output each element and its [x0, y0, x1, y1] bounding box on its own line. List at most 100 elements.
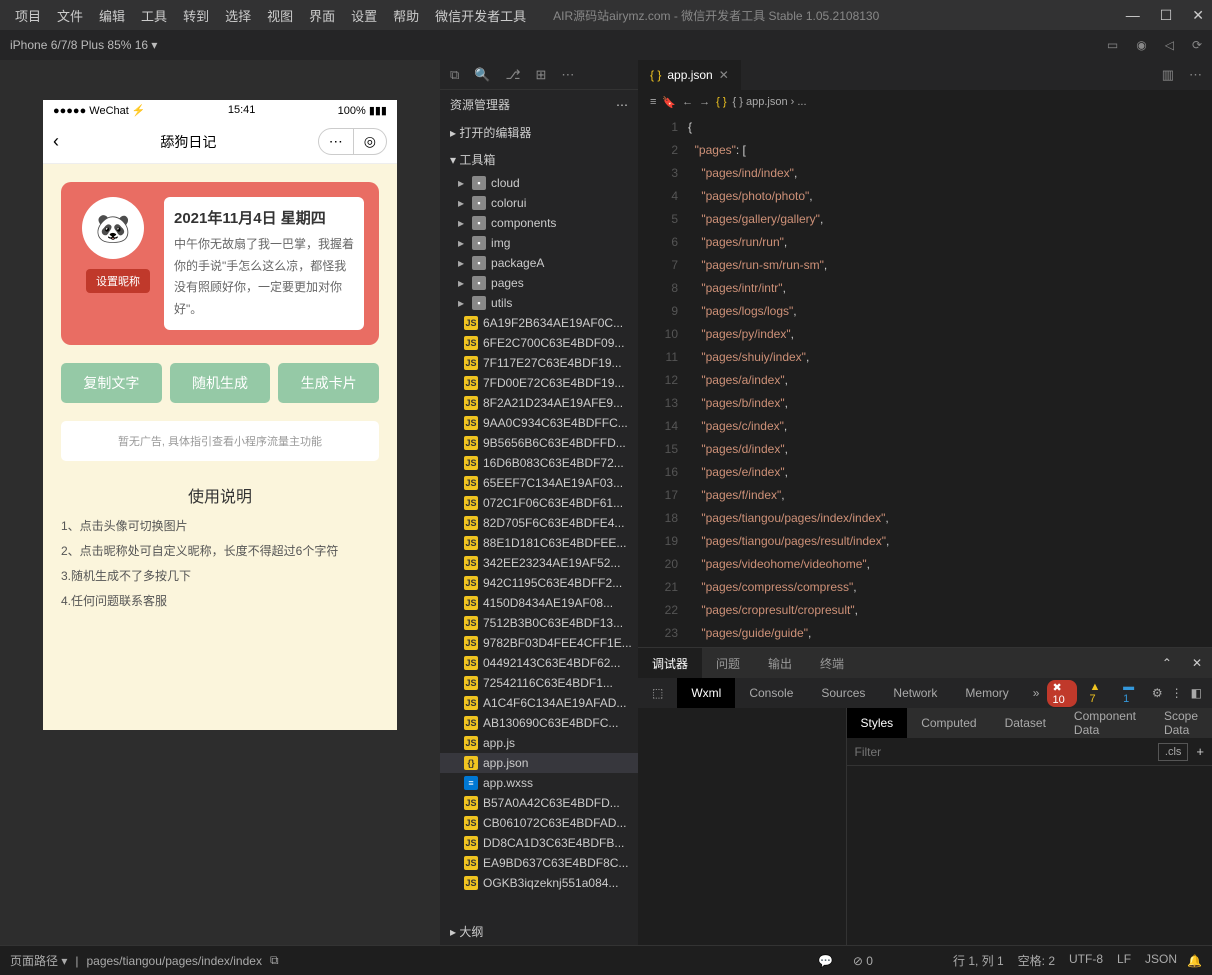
styles-tab[interactable]: Scope Data	[1150, 708, 1212, 738]
mute-icon[interactable]: ◁	[1165, 38, 1174, 52]
file-item[interactable]: JSAB130690C63E4BDFC...	[440, 713, 638, 733]
breadcrumb[interactable]: ≡ 🔖 ← → { } { } app.json › ...	[638, 90, 1212, 114]
split-icon[interactable]: ▥	[1162, 67, 1174, 83]
chevron-up-icon[interactable]: ⌃	[1152, 656, 1182, 670]
more-icon[interactable]: ⋯	[616, 98, 628, 112]
folder-item[interactable]: ▪utils	[440, 293, 638, 313]
file-item[interactable]: JSCB061072C63E4BDFAD...	[440, 813, 638, 833]
file-item[interactable]: JS72542116C63E4BDF1...	[440, 673, 638, 693]
messages-icon[interactable]: 💬	[818, 954, 833, 968]
status-stat[interactable]: UTF-8	[1069, 952, 1103, 969]
code-area[interactable]: 1234567891011121314151617181920212223 { …	[638, 114, 1212, 647]
avatar[interactable]: 🐼	[82, 197, 144, 259]
menu-视图[interactable]: 视图	[260, 3, 300, 28]
debug-icon[interactable]: ⋯	[561, 67, 574, 83]
menu-选择[interactable]: 选择	[218, 3, 258, 28]
bookmark-icon[interactable]: 🔖	[662, 96, 676, 109]
devtools-tab[interactable]: 问题	[702, 648, 754, 678]
file-item[interactable]: JS7FD00E72C63E4BDF19...	[440, 373, 638, 393]
wxml-tree[interactable]	[638, 708, 847, 945]
prev-icon[interactable]: ←	[682, 96, 693, 108]
devtools-tab[interactable]: 终端	[806, 648, 858, 678]
devtools-tab[interactable]: 输出	[754, 648, 806, 678]
ext-icon[interactable]: ⊞	[535, 67, 546, 83]
file-item[interactable]: JSOGKB3iqzeknj551a084...	[440, 873, 638, 893]
kebab-icon[interactable]: ⋮	[1171, 686, 1183, 700]
styles-tab[interactable]: Styles	[847, 708, 908, 738]
folder-item[interactable]: ▪colorui	[440, 193, 638, 213]
section-outline[interactable]: 大纲	[440, 918, 638, 945]
file-item[interactable]: JSB57A0A42C63E4BDFD...	[440, 793, 638, 813]
add-icon[interactable]: +	[1196, 744, 1204, 759]
menu-帮助[interactable]: 帮助	[386, 3, 426, 28]
styles-tab[interactable]: Component Data	[1060, 708, 1150, 738]
code-lines[interactable]: { "pages": [ "pages/ind/index", "pages/p…	[688, 114, 1212, 647]
next-icon[interactable]: →	[699, 96, 710, 108]
folder-item[interactable]: ▪components	[440, 213, 638, 233]
path-value[interactable]: pages/tiangou/pages/index/index	[86, 954, 261, 968]
file-item[interactable]: JS7F117E27C63E4BDF19...	[440, 353, 638, 373]
rotate-icon[interactable]: ⟳	[1192, 38, 1202, 52]
file-item[interactable]: JS6A19F2B634AE19AF0C...	[440, 313, 638, 333]
warning-badge[interactable]: ▲ 7	[1085, 680, 1111, 706]
file-item[interactable]: JS9AA0C934C63E4BDFFC...	[440, 413, 638, 433]
search-icon[interactable]: 🔍	[474, 67, 490, 83]
styles-tab[interactable]: Computed	[907, 708, 990, 738]
copy-icon[interactable]: ⧉	[270, 953, 279, 968]
file-item[interactable]: JS342EE23234AE19AF52...	[440, 553, 638, 573]
file-item[interactable]: JS65EEF7C134AE19AF03...	[440, 473, 638, 493]
file-item[interactable]: JS942C1195C63E4BDFF2...	[440, 573, 638, 593]
filter-input[interactable]	[855, 745, 1158, 759]
folder-item[interactable]: ▪packageA	[440, 253, 638, 273]
expand-icon[interactable]: »	[1033, 686, 1040, 700]
menu-界面[interactable]: 界面	[302, 3, 342, 28]
info-badge[interactable]: ▬ 1	[1118, 680, 1144, 706]
menu-文件[interactable]: 文件	[50, 3, 90, 28]
menu-工具[interactable]: 工具	[134, 3, 174, 28]
menu-编辑[interactable]: 编辑	[92, 3, 132, 28]
styles-tab[interactable]: Dataset	[991, 708, 1060, 738]
file-item[interactable]: JS4150D8434AE19AF08...	[440, 593, 638, 613]
file-item[interactable]: JS88E1D181C63E4BDFEE...	[440, 533, 638, 553]
bell-icon[interactable]: 🔔	[1187, 954, 1202, 968]
tab-close-icon[interactable]: ✕	[719, 68, 729, 82]
file-item[interactable]: JSA1C4F6C134AE19AFAD...	[440, 693, 638, 713]
file-item[interactable]: JS9B5656B6C63E4BDFFD...	[440, 433, 638, 453]
menu-微信开发者工具[interactable]: 微信开发者工具	[428, 3, 533, 28]
file-item[interactable]: JSEA9BD637C63E4BDF8C...	[440, 853, 638, 873]
file-item[interactable]: JS82D705F6C63E4BDFE4...	[440, 513, 638, 533]
action-button[interactable]: 复制文字	[61, 363, 162, 403]
status-stat[interactable]: 行 1, 列 1	[953, 952, 1004, 969]
file-item[interactable]: JS9782BF03D4FEE4CFF1E...	[440, 633, 638, 653]
status-stat[interactable]: JSON	[1145, 952, 1177, 969]
menu-设置[interactable]: 设置	[344, 3, 384, 28]
file-item[interactable]: JSapp.js	[440, 733, 638, 753]
status-stat[interactable]: 空格: 2	[1018, 952, 1055, 969]
action-button[interactable]: 随机生成	[170, 363, 271, 403]
device-selector[interactable]: iPhone 6/7/8 Plus 85% 16 ▾	[10, 38, 157, 52]
devtools-subtab[interactable]: Network	[879, 678, 951, 708]
maximize-icon[interactable]: ☐	[1160, 7, 1173, 24]
more-icon[interactable]: ⋯	[1189, 67, 1202, 83]
dock-icon[interactable]: ◧	[1191, 686, 1202, 700]
tab-app-json[interactable]: { } app.json ✕	[638, 60, 741, 90]
close-icon[interactable]: ✕	[1192, 7, 1204, 24]
inspect-icon[interactable]: ⬚	[638, 678, 677, 708]
path-label[interactable]: 页面路径 ▾	[10, 952, 67, 969]
error-badge[interactable]: ✖ 10	[1047, 680, 1076, 707]
menu-dots-icon[interactable]: ⋯	[319, 129, 353, 154]
folder-item[interactable]: ▪img	[440, 233, 638, 253]
file-item[interactable]: JS8F2A21D234AE19AFE9...	[440, 393, 638, 413]
record-icon[interactable]: ◉	[1136, 38, 1146, 52]
minimize-icon[interactable]: —	[1126, 7, 1140, 24]
status-stat[interactable]: LF	[1117, 952, 1131, 969]
devtools-subtab[interactable]: Console	[735, 678, 807, 708]
file-item[interactable]: JS04492143C63E4BDF62...	[440, 653, 638, 673]
folder-item[interactable]: ▪pages	[440, 273, 638, 293]
close-icon[interactable]: ✕	[1182, 656, 1212, 670]
file-item[interactable]: JS6FE2C700C63E4BDF09...	[440, 333, 638, 353]
menu-转到[interactable]: 转到	[176, 3, 216, 28]
devtools-subtab[interactable]: Memory	[951, 678, 1022, 708]
devtools-subtab[interactable]: Wxml	[677, 678, 735, 708]
section-toolbox[interactable]: 工具箱	[440, 146, 638, 173]
